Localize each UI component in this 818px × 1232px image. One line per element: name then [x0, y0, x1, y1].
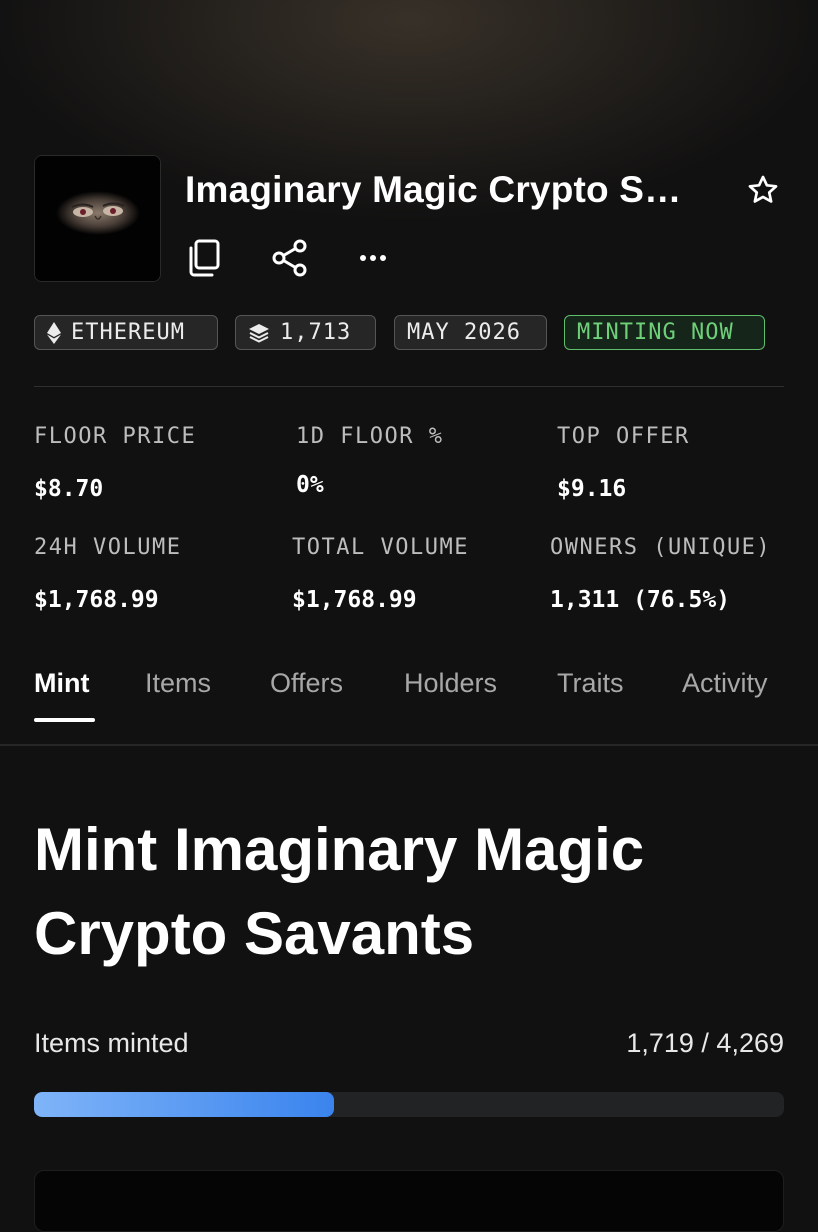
savant-face-image [35, 156, 160, 281]
active-tab-indicator [34, 718, 95, 722]
collection-title: Imaginary Magic Crypto S… [185, 169, 682, 210]
mint-card[interactable] [34, 1170, 784, 1232]
total-volume-label: TOTAL VOLUME [292, 535, 469, 560]
layers-icon [248, 323, 270, 343]
tab-traits[interactable]: Traits [557, 665, 624, 701]
stats-divider [34, 386, 784, 387]
minting-status-label: MINTING NOW [577, 320, 734, 345]
volume-24h-value: $1,768.99 [34, 587, 159, 613]
top-offer-value: $9.16 [557, 476, 627, 502]
items-minted-count: 1,719 / 4,269 [626, 1028, 784, 1058]
mint-progress-bar [34, 1092, 784, 1117]
minting-status-chip[interactable]: MINTING NOW [564, 315, 765, 350]
share-icon[interactable] [270, 238, 310, 278]
chain-chip[interactable]: ETHEREUM [34, 315, 218, 350]
floor-change-label: 1D FLOOR % [296, 424, 444, 449]
items-count-label: 1,713 [280, 320, 352, 345]
tab-offers[interactable]: Offers [270, 665, 343, 701]
date-label: MAY 2026 [407, 320, 521, 345]
mint-progress-fill [34, 1092, 334, 1117]
tabs-divider [0, 744, 818, 746]
floor-price-value: $8.70 [34, 476, 104, 502]
owners-value: 1,311 (76.5%) [550, 587, 731, 613]
collection-avatar[interactable] [34, 155, 161, 282]
items-chip[interactable]: 1,713 [235, 315, 376, 350]
tab-activity[interactable]: Activity [682, 665, 768, 701]
total-volume-value: $1,768.99 [292, 587, 417, 613]
items-minted-label: Items minted [34, 1028, 189, 1058]
top-offer-label: TOP OFFER [557, 424, 690, 449]
floor-change-value: 0% [296, 472, 324, 498]
floor-price-label: FLOOR PRICE [34, 424, 197, 449]
ethereum-icon [47, 321, 61, 344]
mint-heading: Mint Imaginary Magic Crypto Savants [34, 816, 645, 967]
tab-holders[interactable]: Holders [404, 665, 497, 701]
tab-mint[interactable]: Mint [34, 665, 89, 701]
chain-label: ETHEREUM [71, 320, 185, 345]
more-icon[interactable] [355, 238, 395, 278]
date-chip[interactable]: MAY 2026 [394, 315, 547, 350]
tab-items[interactable]: Items [145, 665, 211, 701]
copy-icon[interactable] [185, 238, 225, 278]
volume-24h-label: 24H VOLUME [34, 535, 182, 560]
star-icon[interactable] [746, 173, 780, 207]
owners-label: OWNERS (UNIQUE) [550, 535, 772, 560]
